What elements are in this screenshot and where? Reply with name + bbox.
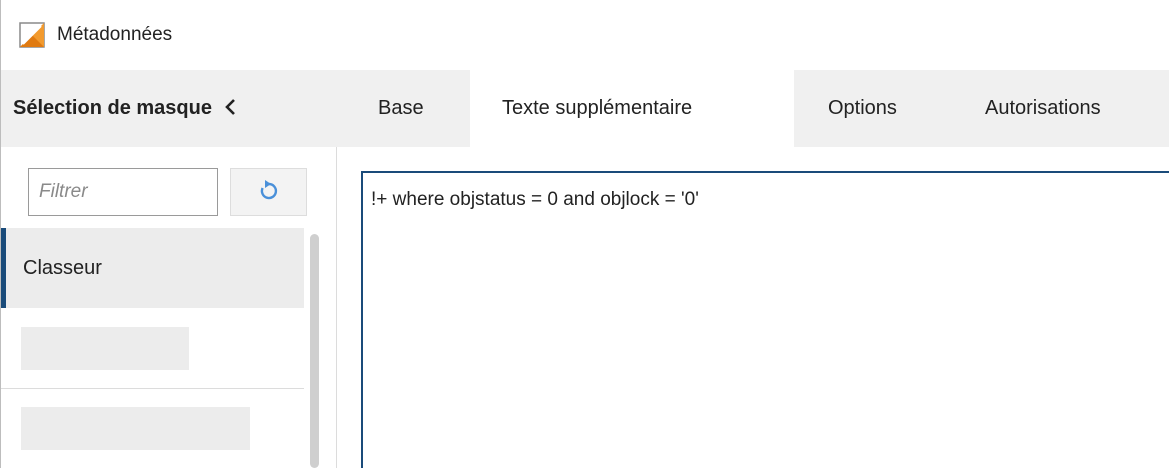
mask-selection-title: Sélection de masque xyxy=(13,97,212,119)
editor-area: !+ where objstatus = 0 and objlock = '0' xyxy=(337,147,1169,468)
tab-autorisations[interactable]: Autorisations xyxy=(955,70,1155,147)
list-item[interactable]: Classeur xyxy=(1,228,304,308)
tab-options[interactable]: Options xyxy=(794,70,955,147)
tab-autorisations-label: Autorisations xyxy=(985,97,1101,119)
tab-options-label: Options xyxy=(828,97,897,119)
refresh-icon xyxy=(258,179,280,206)
filter-input[interactable] xyxy=(28,168,218,216)
chevron-left-icon[interactable] xyxy=(224,96,236,122)
metadata-window: Métadonnées Sélection de masque Base Tex… xyxy=(0,0,1169,468)
tab-base[interactable]: Base xyxy=(356,70,470,147)
metadata-app-icon xyxy=(19,22,45,48)
additional-text-editor[interactable]: !+ where objstatus = 0 and objlock = '0' xyxy=(361,171,1169,468)
mask-list: Classeur xyxy=(1,228,306,468)
header-row: Sélection de masque Base Texte supplémen… xyxy=(1,70,1169,147)
mask-selection-header[interactable]: Sélection de masque xyxy=(1,70,337,147)
list-item[interactable] xyxy=(1,308,304,388)
tab-texte-supplementaire[interactable]: Texte supplémentaire xyxy=(470,70,794,147)
list-scrollbar[interactable] xyxy=(310,234,319,468)
tab-base-label: Base xyxy=(378,97,424,119)
list-item-label: Classeur xyxy=(23,256,102,279)
window-title: Métadonnées xyxy=(57,24,173,45)
tab-texte-supplementaire-label: Texte supplémentaire xyxy=(502,97,693,119)
selection-indicator xyxy=(1,228,6,308)
title-bar: Métadonnées xyxy=(1,0,1169,70)
reset-filter-button[interactable] xyxy=(230,168,307,216)
list-item-placeholder xyxy=(21,327,189,370)
list-item[interactable] xyxy=(1,388,304,468)
list-item-placeholder xyxy=(21,407,250,450)
tab-bar: Base Texte supplémentaire Options Autori… xyxy=(356,70,1155,147)
mask-selection-panel: Classeur xyxy=(1,147,337,468)
